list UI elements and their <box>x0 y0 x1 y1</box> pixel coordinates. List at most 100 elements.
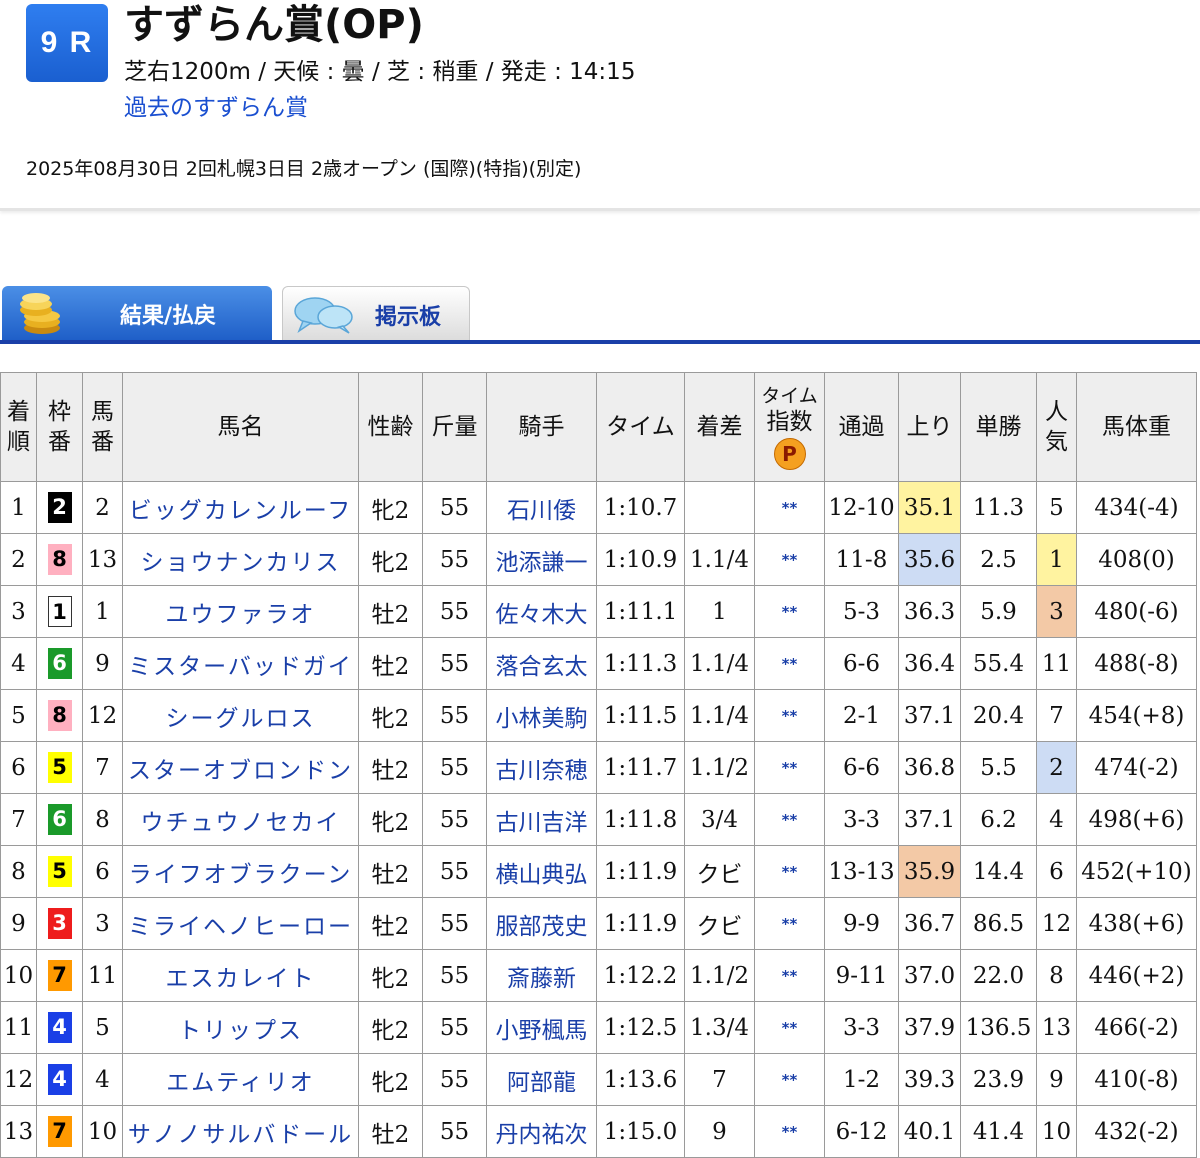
cell-rank: 11 <box>0 1001 37 1054</box>
table-row: 13 7 10 サノノサルバドール 牡2 55 丹内祐次 1:15.0 9 ** 6-12 40.1 4… <box>0 1105 1197 1158</box>
jockey-name-link[interactable]: 小野楓馬 <box>486 1001 597 1054</box>
table-row: 3 1 1 ユウファラオ 牡2 55 佐々木大 1:11.1 1 ** 5-3 36.3 5.9 3 480… <box>0 585 1197 638</box>
cell-umaban: 9 <box>82 637 123 690</box>
cell-kinryo: 55 <box>422 1001 487 1054</box>
horse-name-link[interactable]: ウチュウノセカイ <box>122 793 359 846</box>
horse-name-link[interactable]: エムティリオ <box>122 1053 359 1106</box>
cell-time: 1:11.9 <box>596 845 685 898</box>
horse-name-link[interactable]: エスカレイト <box>122 949 359 1002</box>
horse-name-link[interactable]: スターオブロンドン <box>122 741 359 794</box>
cell-popularity: 7 <box>1036 689 1077 742</box>
tab-underline <box>0 340 1200 344</box>
cell-last3f: 37.1 <box>898 793 961 846</box>
cell-weight: 452(+10) <box>1076 845 1197 898</box>
cell-time: 1:11.1 <box>596 585 685 638</box>
header-odds: 単勝 <box>960 372 1037 482</box>
jockey-name-link[interactable]: 石川倭 <box>486 481 597 534</box>
waku-badge: 6 <box>47 648 72 679</box>
header-margin: 着差 <box>684 372 755 482</box>
cell-popularity: 13 <box>1036 1001 1077 1054</box>
jockey-name-link[interactable]: 服部茂史 <box>486 897 597 950</box>
cell-passing: 6-6 <box>824 637 899 690</box>
cell-waku: 8 <box>36 533 83 586</box>
cell-time-index[interactable]: ** <box>754 481 825 534</box>
horse-name-link[interactable]: サノノサルバドール <box>122 1105 359 1158</box>
header-kinryo: 斤量 <box>422 372 487 482</box>
cell-weight: 498(+6) <box>1076 793 1197 846</box>
horse-name-link[interactable]: ライフオブラクーン <box>122 845 359 898</box>
cell-time-index[interactable]: ** <box>754 949 825 1002</box>
jockey-name-link[interactable]: 小林美駒 <box>486 689 597 742</box>
jockey-name-link[interactable]: 池添謙一 <box>486 533 597 586</box>
cell-weight: 446(+2) <box>1076 949 1197 1002</box>
cell-umaban: 4 <box>82 1053 123 1106</box>
cell-margin: 1.1/2 <box>684 949 755 1002</box>
waku-badge: 7 <box>47 1116 72 1147</box>
cell-time-index[interactable]: ** <box>754 741 825 794</box>
cell-margin: 1.1/4 <box>684 637 755 690</box>
cell-weight: 454(+8) <box>1076 689 1197 742</box>
header-popularity: 人気 <box>1036 372 1077 482</box>
cell-sex-age: 牝2 <box>358 1053 423 1106</box>
cell-time-index[interactable]: ** <box>754 1105 825 1158</box>
horse-name-link[interactable]: ミライヘノヒーロー <box>122 897 359 950</box>
jockey-name-link[interactable]: 丹内祐次 <box>486 1105 597 1158</box>
jockey-name-link[interactable]: 佐々木大 <box>486 585 597 638</box>
cell-time-index[interactable]: ** <box>754 793 825 846</box>
cell-last3f: 37.1 <box>898 689 961 742</box>
cell-time-index[interactable]: ** <box>754 1001 825 1054</box>
horse-name-link[interactable]: ショウナンカリス <box>122 533 359 586</box>
cell-time-index[interactable]: ** <box>754 533 825 586</box>
cell-time-index[interactable]: ** <box>754 637 825 690</box>
cell-time-index[interactable]: ** <box>754 1053 825 1106</box>
horse-name-link[interactable]: ミスターバッドガイ <box>122 637 359 690</box>
jockey-name-link[interactable]: 斎藤新 <box>486 949 597 1002</box>
cell-time: 1:11.5 <box>596 689 685 742</box>
cell-umaban: 10 <box>82 1105 123 1158</box>
cell-time-index[interactable]: ** <box>754 845 825 898</box>
cell-odds: 136.5 <box>960 1001 1037 1054</box>
table-row: 1 2 2 ビッグカレンルーフ 牝2 55 石川倭 1:10.7 ** 12-10 35.1 11.3… <box>0 481 1197 534</box>
cell-rank: 9 <box>0 897 37 950</box>
jockey-name-link[interactable]: 横山典弘 <box>486 845 597 898</box>
table-row: 8 5 6 ライフオブラクーン 牡2 55 横山典弘 1:11.9 クビ ** 13-13 35.9 1… <box>0 845 1197 898</box>
cell-time-index[interactable]: ** <box>754 897 825 950</box>
jockey-name-link[interactable]: 阿部龍 <box>486 1053 597 1106</box>
horse-name-link[interactable]: トリップス <box>122 1001 359 1054</box>
jockey-name-link[interactable]: 落合玄太 <box>486 637 597 690</box>
cell-popularity: 2 <box>1036 741 1077 794</box>
cell-odds: 6.2 <box>960 793 1037 846</box>
cell-last3f: 35.1 <box>898 481 961 534</box>
race-date-line: 2025年08月30日 2回札幌3日目 2歳オープン (国際)(特指)(別定) <box>26 158 582 180</box>
cell-time-index[interactable]: ** <box>754 689 825 742</box>
past-races-link[interactable]: 過去のすずらん賞 <box>124 88 308 122</box>
jockey-name-link[interactable]: 古川奈穂 <box>486 741 597 794</box>
premium-badge-icon[interactable]: P <box>773 438 806 470</box>
cell-passing: 5-3 <box>824 585 899 638</box>
cell-margin: 1.3/4 <box>684 1001 755 1054</box>
waku-badge: 1 <box>47 596 72 627</box>
cell-waku: 1 <box>36 585 83 638</box>
waku-badge: 4 <box>47 1064 72 1095</box>
cell-umaban: 3 <box>82 897 123 950</box>
horse-name-link[interactable]: ビッグカレンルーフ <box>122 481 359 534</box>
tab-results[interactable]: 結果/払戻 <box>2 286 272 340</box>
horse-name-link[interactable]: シーグルロス <box>122 689 359 742</box>
cell-margin: 1.1/2 <box>684 741 755 794</box>
header-horse: 馬名 <box>122 372 359 482</box>
jockey-name-link[interactable]: 古川吉洋 <box>486 793 597 846</box>
cell-margin: 7 <box>684 1053 755 1106</box>
header-rank: 着順 <box>0 372 37 482</box>
cell-time-index[interactable]: ** <box>754 585 825 638</box>
cell-sex-age: 牡2 <box>358 585 423 638</box>
horse-name-link[interactable]: ユウファラオ <box>122 585 359 638</box>
tab-board[interactable]: 掲示板 <box>282 286 470 340</box>
waku-badge: 6 <box>47 804 72 835</box>
cell-odds: 5.9 <box>960 585 1037 638</box>
waku-badge: 8 <box>47 700 72 731</box>
cell-kinryo: 55 <box>422 689 487 742</box>
cell-weight: 438(+6) <box>1076 897 1197 950</box>
cell-rank: 12 <box>0 1053 37 1106</box>
header-time-index-top: タイム <box>761 385 818 407</box>
cell-weight: 432(-2) <box>1076 1105 1197 1158</box>
